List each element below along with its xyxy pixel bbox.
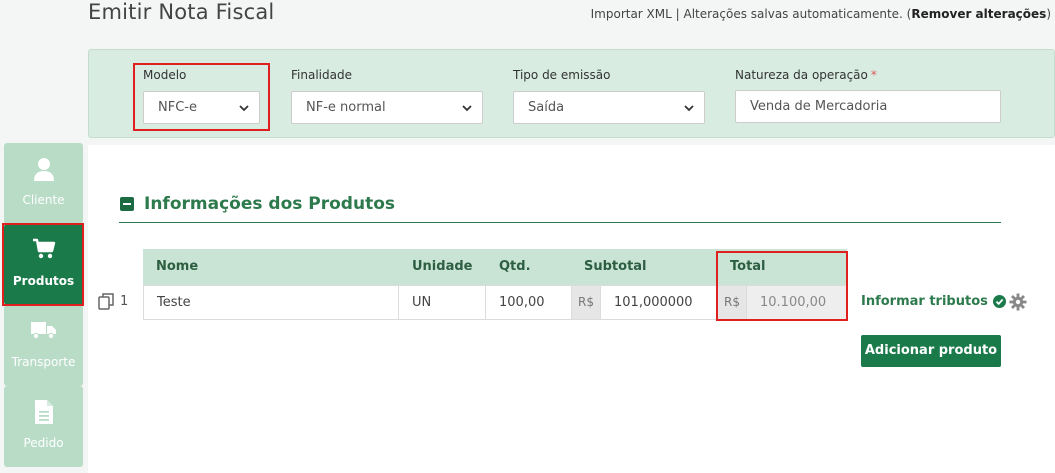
natureza-label-text: Natureza da operação (735, 68, 868, 82)
col-header-unidade: Unidade (399, 249, 485, 285)
tipo-emissao-select[interactable]: Saída (513, 91, 705, 124)
add-product-button[interactable]: Adicionar produto (861, 335, 1001, 367)
tipo-emissao-label: Tipo de emissão (513, 68, 611, 82)
user-icon (33, 158, 54, 181)
check-circle-icon (992, 295, 1006, 308)
separator: | (671, 7, 684, 21)
row-nome-input[interactable]: Teste (143, 285, 399, 320)
row-unidade-input[interactable]: UN (398, 285, 486, 320)
modelo-select[interactable]: NFC-e (143, 91, 260, 124)
page-title: Emitir Nota Fiscal (88, 0, 275, 24)
section-title-text: Informações dos Produtos (144, 194, 395, 214)
modelo-label: Modelo (143, 68, 187, 82)
import-xml-link[interactable]: Importar XML (591, 7, 672, 21)
collapse-icon[interactable] (120, 197, 134, 211)
row-total-value: 10.100,00 (746, 285, 847, 320)
sidebar-item-label: Produtos (12, 274, 75, 288)
finalidade-select[interactable]: NF-e normal (291, 91, 483, 124)
truck-icon (30, 322, 56, 340)
informar-tributos-label: Informar tributos (861, 294, 988, 309)
row-qtd-input[interactable]: 100,00 (485, 285, 572, 320)
sidebar-item-cliente[interactable]: Cliente (4, 143, 83, 224)
remove-changes-link[interactable]: Remover alterações (911, 7, 1046, 21)
section-divider (119, 222, 1001, 223)
finalidade-value: NF-e normal (306, 100, 386, 115)
col-header-qtd: Qtd. (485, 249, 571, 285)
close-paren: ) (1046, 7, 1051, 21)
sidebar-item-transporte[interactable]: Transporte (4, 305, 83, 386)
natureza-label: Natureza da operação * (735, 68, 877, 82)
cart-icon (32, 238, 55, 259)
sidebar-item-produtos[interactable]: Produtos (4, 224, 83, 305)
sidebar-item-label: Pedido (23, 436, 64, 450)
top-actions: Importar XML | Alterações salvas automat… (591, 7, 1051, 21)
row-number: 1 (120, 294, 129, 309)
chevron-down-icon (684, 105, 694, 112)
section-title[interactable]: Informações dos Produtos (120, 194, 395, 214)
required-mark: * (870, 68, 877, 82)
row-subtotal-input[interactable]: 101,000000 (600, 285, 717, 320)
natureza-input[interactable]: Venda de Mercadoria (735, 90, 1001, 123)
autosave-text: Alterações salvas automaticamente. ( (683, 7, 912, 21)
informar-tributos-link[interactable]: Informar tributos (861, 294, 1006, 309)
chevron-down-icon (239, 105, 249, 112)
sidebar-item-label: Cliente (22, 193, 65, 207)
gear-icon[interactable] (1009, 293, 1027, 311)
currency-prefix: R$ (571, 285, 601, 320)
currency-prefix: R$ (717, 285, 747, 320)
col-header-nome: Nome (143, 249, 399, 285)
col-header-total: Total (717, 249, 847, 285)
sidebar-item-pedido[interactable]: Pedido (4, 386, 83, 467)
tipo-emissao-value: Saída (528, 100, 565, 115)
col-header-subtotal: Subtotal (571, 249, 717, 285)
modelo-value: NFC-e (158, 100, 197, 115)
document-icon (34, 400, 53, 424)
duplicate-icon[interactable] (98, 293, 116, 310)
table-row-index: 1 (98, 293, 128, 310)
chevron-down-icon (462, 105, 472, 112)
sidebar-item-label: Transporte (11, 355, 76, 369)
finalidade-label: Finalidade (291, 68, 352, 82)
